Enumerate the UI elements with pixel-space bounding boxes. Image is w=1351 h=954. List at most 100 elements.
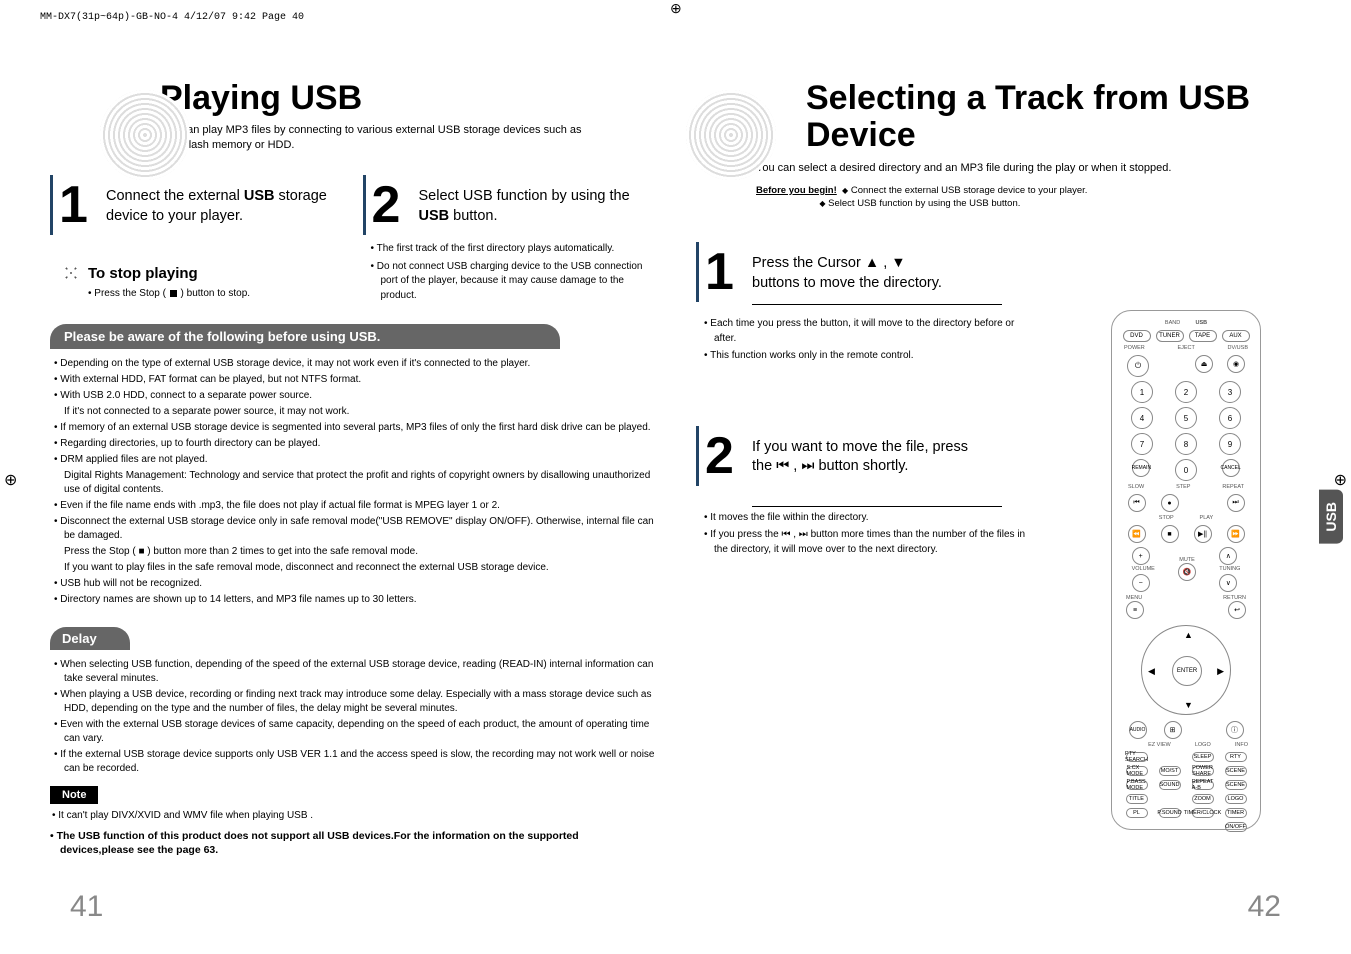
return-label: RETURN [1223,595,1246,601]
mode-button-aux[interactable]: AUX [1222,330,1250,342]
remote-small-button[interactable]: PTY SEARCH [1126,752,1148,762]
remote-control-illustration: BAND USB DVDTUNERTAPEAUX POWER EJECT DV/… [1111,310,1261,830]
num-6-button[interactable]: 6 [1219,407,1241,429]
info-label: INFO [1235,742,1248,748]
page-41: Playing USB You can play MP3 files by co… [30,40,676,934]
remain-button[interactable]: REMAIN [1132,459,1150,477]
num-3-button[interactable]: 3 [1219,381,1241,403]
info-button[interactable]: ⓘ [1226,721,1244,739]
stop-square-icon [170,290,177,297]
num-5-button[interactable]: 5 [1175,407,1197,429]
rewind-button[interactable]: ⏪ [1128,525,1146,543]
num-8-button[interactable]: 8 [1175,433,1197,455]
eject-button[interactable]: ⏏ [1195,355,1213,373]
rstep1-sub1: Each time you press the button, it will … [704,317,1036,346]
num-1-button[interactable]: 1 [1131,381,1153,403]
right-step-2: 2 If you want to move the file, press th… [696,434,1036,558]
enter-button[interactable]: ENTER [1172,656,1202,686]
volume-down-button[interactable]: − [1132,574,1150,592]
aware-item: Regarding directories, up to fourth dire… [54,437,655,451]
remote-small-button[interactable]: LOGO [1225,794,1247,804]
step-number-1: 1 [50,175,88,235]
step2-text-a: Select USB function by using the [419,188,630,204]
rstep1-sub2: This function works only in the remote c… [704,349,1036,364]
remote-small-button[interactable]: REPEAT A-B [1192,780,1214,790]
nav-down-button[interactable]: ▼ [1184,700,1193,710]
remote-small-button[interactable]: RTY [1225,752,1247,762]
tuning-up-button[interactable]: ∧ [1219,547,1237,565]
step-2-left: 2 Select USB function by using the USB b… [363,183,656,306]
ezview-button[interactable]: ⊞ [1164,721,1182,739]
decorative-radial-icon [686,90,776,180]
fforward-button[interactable]: ⏩ [1227,525,1245,543]
audio-button[interactable]: AUDIO [1129,721,1147,739]
remote-small-button[interactable]: SCENE [1225,780,1247,790]
mode-button-tape[interactable]: TAPE [1189,330,1217,342]
rstep1-b: ▲ , ▼ [865,255,906,271]
logo-label: LOGO [1195,742,1211,748]
remote-small-button[interactable]: SLEEP [1192,752,1214,762]
mode-button-tuner[interactable]: TUNER [1156,330,1184,342]
remote-small-button[interactable]: POWER SHARE [1192,766,1214,776]
stop-title: To stop playing [88,265,198,282]
num-0-button[interactable]: 0 [1175,459,1197,481]
page-subtitle-left: You can play MP3 files by connecting to … [160,123,590,153]
print-header: MM-DX7(31p~64p)-GB-NO-4 4/12/07 9:42 Pag… [40,12,304,23]
num-2-button[interactable]: 2 [1175,381,1197,403]
page-number-41: 41 [70,890,103,924]
remote-small-button[interactable]: TIMER [1225,808,1247,818]
remote-small-button[interactable]: S.CX MODE [1126,766,1148,776]
remote-power-label: POWER [1124,345,1145,351]
page-number-42: 42 [1248,890,1281,924]
step2-sub2: Do not connect USB charging device to th… [371,260,656,304]
mute-button[interactable]: 🔇 [1178,563,1196,581]
remote-small-button[interactable]: SOUND [1159,780,1181,790]
num-9-button[interactable]: 9 [1219,433,1241,455]
before1: Connect the external USB storage device … [851,185,1088,196]
remote-small-button[interactable]: PL [1126,808,1148,818]
return-button[interactable]: ↩ [1228,601,1246,619]
num-4-button[interactable]: 4 [1131,407,1153,429]
nav-left-button[interactable]: ◀ [1148,666,1155,677]
rstep1-a: Press the Cursor [752,255,865,271]
slow-label: SLOW [1128,484,1144,490]
before-begin-label: Before you begin! [756,185,837,196]
remote-small-button[interactable]: ON/OFF [1225,822,1247,832]
rstep2-sub2: If you press the ⏮ , ⏭ button more times… [704,528,1036,557]
power-button[interactable]: ⏻ [1127,355,1149,377]
rstep2-sub1: It moves the file within the directory. [704,511,1036,526]
stop-button[interactable]: ■ [1161,525,1179,543]
before-begin-block: Before you begin! ◆ Connect the external… [756,184,1301,211]
mute-label: MUTE [1178,557,1196,563]
remote-small-button[interactable]: TIMER/CLOCK [1192,808,1214,818]
menu-button[interactable]: ≡ [1126,601,1144,619]
remote-small-button[interactable]: SCENE [1225,766,1247,776]
aware-item: Press the Stop ( ■ ) button more than 2 … [54,545,655,559]
next-track-button[interactable]: ⏭ [1227,494,1245,512]
dvusb-button[interactable]: ◉ [1227,355,1245,373]
step-number-1: 1 [696,242,734,302]
aware-item: USB hub will not be recognized. [54,577,655,591]
nav-up-button[interactable]: ▲ [1184,630,1193,640]
remote-small-button[interactable]: P.SOUND [1159,808,1181,818]
step-button[interactable]: ● [1161,494,1179,512]
remote-small-button[interactable]: MO/ST [1159,766,1181,776]
volume-up-button[interactable]: + [1132,547,1150,565]
remote-small-button[interactable]: TITLE [1126,794,1148,804]
num-7-button[interactable]: 7 [1131,433,1153,455]
bold-footer-line: The USB function of this product does no… [50,829,655,857]
nav-right-button[interactable]: ▶ [1217,666,1224,677]
prev-track-button[interactable]: ⏮ [1128,494,1146,512]
note-text: It can't play DIVX/XVID and WMV file whe… [50,810,655,821]
remote-small-button[interactable]: P.BASS MODE [1126,780,1148,790]
play-label: PLAY [1200,515,1214,521]
cancel-button[interactable]: CANCEL [1222,459,1240,477]
mode-button-dvd[interactable]: DVD [1123,330,1151,342]
play-pause-button[interactable]: ▶|| [1194,525,1212,543]
tuning-down-button[interactable]: ∨ [1219,574,1237,592]
remote-small-button[interactable]: ZOOM [1192,794,1214,804]
remote-eject-label: EJECT [1177,345,1194,351]
rstep2-sub2-a: If you press the [710,529,781,540]
aware-item: Depending on the type of external USB st… [54,357,655,371]
aware-item: With external HDD, FAT format can be pla… [54,373,655,387]
